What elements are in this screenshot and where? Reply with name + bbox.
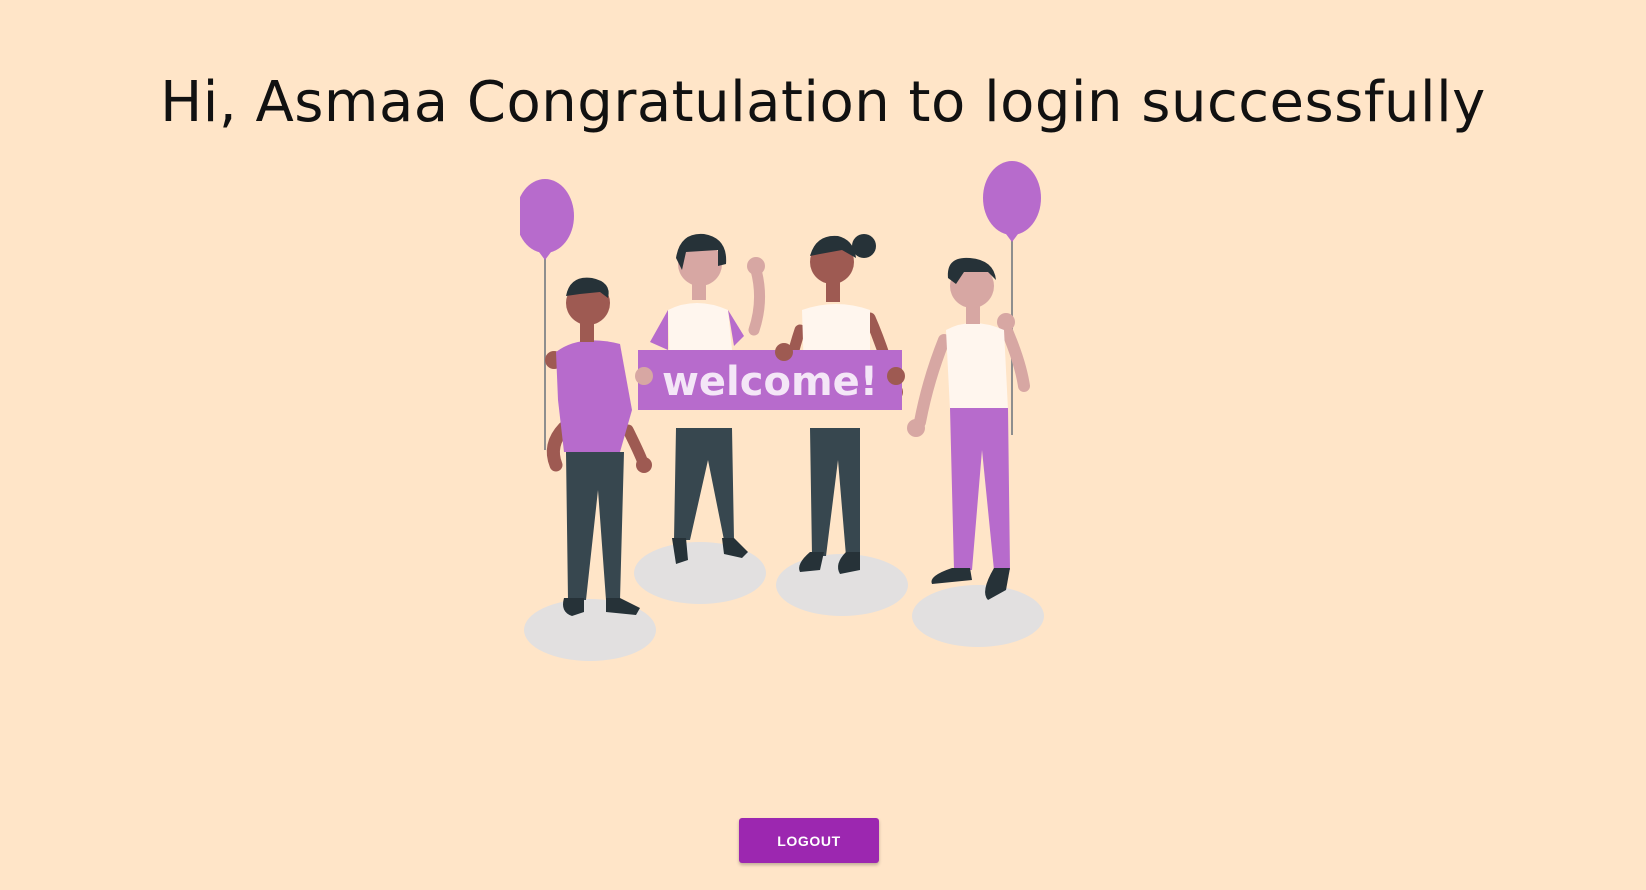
welcome-sign-text: welcome! [662, 359, 878, 405]
person-right [907, 257, 1030, 600]
greeting-heading: Hi, Asmaa Congratulation to login succes… [160, 70, 1486, 135]
welcome-page: Hi, Asmaa Congratulation to login succes… [0, 0, 1646, 890]
welcome-illustration: welcome! [520, 161, 1044, 661]
floor-shadow-4 [912, 585, 1044, 647]
logout-button[interactable]: LOGOUT [739, 818, 879, 863]
person-left [545, 277, 652, 616]
welcome-sign: welcome! [635, 343, 905, 410]
